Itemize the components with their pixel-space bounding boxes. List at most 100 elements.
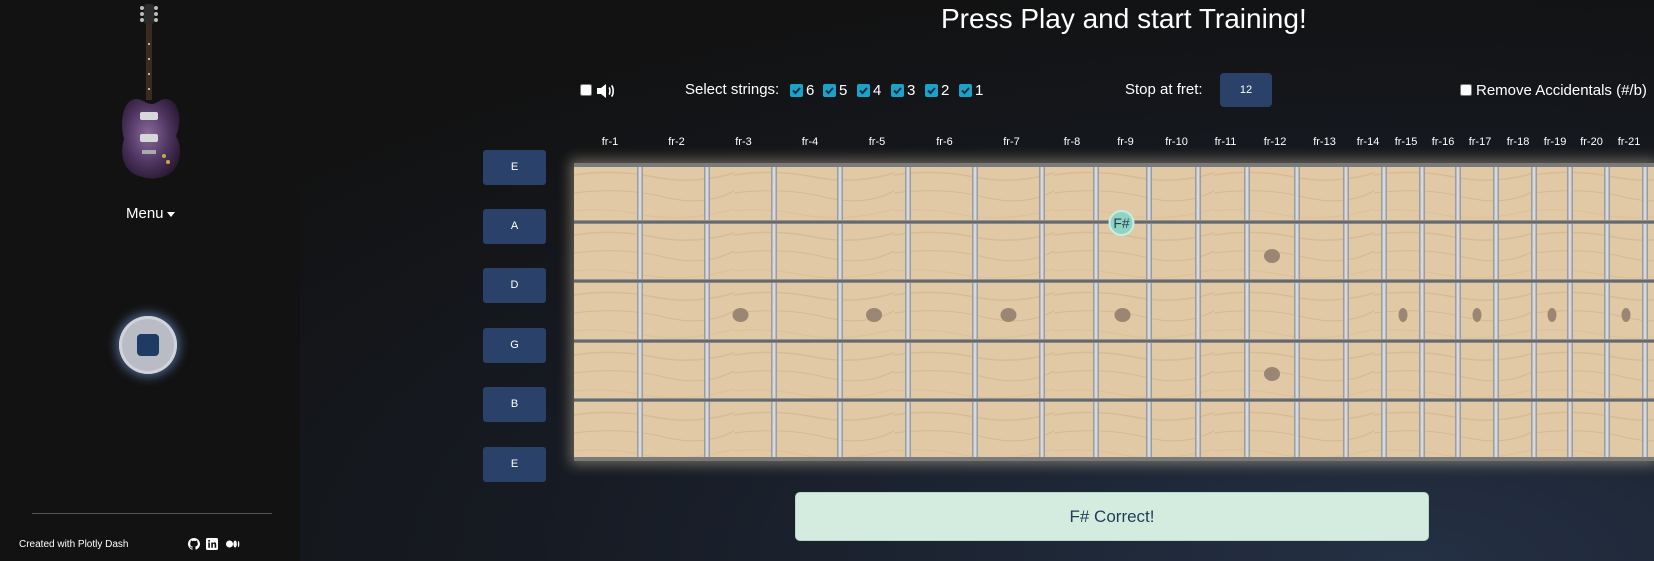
fret-label: fr-11: [1214, 136, 1237, 148]
fret-label: fr-10: [1165, 136, 1188, 148]
fret-inlay: [1114, 308, 1131, 322]
fret-inlay: [1000, 308, 1017, 322]
fret-inlay: [866, 308, 882, 322]
fret-wire: [1604, 163, 1610, 461]
fret-inlay: [1264, 367, 1280, 381]
fretboard-edge: [574, 457, 1654, 461]
fret-wire: [1294, 163, 1300, 461]
string-3-label: 3: [907, 82, 916, 99]
medium-icon[interactable]: [226, 538, 240, 550]
divider: [32, 513, 272, 514]
fret-wire: [1343, 163, 1349, 461]
fret-label: fr-15: [1394, 136, 1418, 148]
fret-label: fr-6: [936, 136, 953, 148]
fret-wire: [704, 163, 710, 461]
string-2-label: 2: [941, 82, 950, 99]
fretboard-graphic: F#: [574, 163, 1654, 461]
string-button[interactable]: E: [483, 447, 546, 482]
note-marker[interactable]: F#: [1108, 210, 1135, 236]
string-6-checkbox[interactable]: [790, 84, 803, 97]
string-button[interactable]: B: [483, 387, 546, 422]
fret-label: fr-21: [1617, 136, 1641, 148]
string-5-label: 5: [839, 82, 848, 99]
fret-inlay: [1398, 308, 1408, 322]
remove-accidentals-checkbox[interactable]: [1460, 84, 1472, 96]
fret-label: fr-16: [1431, 136, 1455, 148]
linkedin-icon[interactable]: [206, 538, 218, 550]
stop-button[interactable]: [119, 316, 177, 374]
check-icon: [961, 87, 970, 95]
stop-fret-input[interactable]: 12: [1220, 73, 1272, 107]
fret-inlay: [1547, 308, 1557, 322]
string-1-checkbox[interactable]: [959, 84, 972, 97]
fret-wire: [1493, 163, 1499, 461]
string-6-label: 6: [806, 82, 815, 99]
guitar-string: [574, 339, 1654, 343]
guitar-string: [574, 398, 1654, 402]
fret-label: fr-17: [1468, 136, 1492, 148]
fret-label: fr-1: [601, 136, 619, 148]
fret-label: fr-20: [1580, 136, 1603, 148]
fret-wire: [1244, 163, 1250, 461]
guitar-logo: [122, 4, 181, 179]
fret-wire: [1146, 163, 1152, 461]
check-icon: [825, 87, 834, 95]
menu-label: Menu: [126, 205, 164, 222]
speaker-icon: [597, 84, 614, 98]
fret-wire: [1419, 163, 1425, 461]
check-icon: [893, 87, 902, 95]
select-strings-label: Select strings:: [685, 81, 780, 98]
string-5-checkbox[interactable]: [823, 84, 836, 97]
menu-dropdown[interactable]: Menu: [126, 205, 175, 222]
string-2-checkbox[interactable]: [925, 84, 938, 97]
stop-at-fret-label: Stop at fret:: [1125, 81, 1203, 98]
fret-wire: [637, 163, 643, 461]
fret-wire: [1195, 163, 1201, 461]
check-icon: [859, 87, 868, 95]
fret-wire: [1567, 163, 1573, 461]
fret-wire: [1381, 163, 1387, 461]
fret-label: fr-9: [1117, 136, 1134, 148]
fret-wire: [1642, 163, 1648, 461]
fret-inlay: [732, 308, 749, 322]
fret-wire: [771, 163, 777, 461]
fret-inlay: [1472, 308, 1482, 322]
remove-accidentals-label: Remove Accidentals (#/b): [1476, 82, 1647, 99]
fret-label: fr-4: [801, 136, 819, 148]
string-button[interactable]: A: [483, 209, 546, 244]
sound-checkbox[interactable]: [580, 84, 592, 96]
fretboard-edge: [574, 163, 1654, 167]
fret-wire: [1039, 163, 1045, 461]
fret-wire: [1531, 163, 1537, 461]
fretboard[interactable]: F#: [574, 163, 1654, 461]
fret-label: fr-5: [868, 136, 886, 148]
check-icon: [792, 87, 801, 95]
stop-icon: [137, 334, 159, 356]
fret-wire: [972, 163, 978, 461]
fret-label: fr-19: [1543, 136, 1567, 148]
string-3-checkbox[interactable]: [891, 84, 904, 97]
fret-label: fr-14: [1356, 136, 1380, 148]
sidebar: Menu Created with Plotly Dash: [0, 0, 300, 561]
string-1-label: 1: [975, 82, 984, 99]
fret-wire: [905, 163, 911, 461]
caret-down-icon: [166, 211, 175, 217]
page-title: Press Play and start Training!: [941, 3, 1307, 34]
string-button[interactable]: E: [483, 150, 546, 185]
string-4-label: 4: [873, 82, 882, 99]
fret-wire: [837, 163, 843, 461]
string-button[interactable]: G: [483, 328, 546, 363]
note-marker-label: F#: [1113, 215, 1130, 231]
fret-wire: [1455, 163, 1461, 461]
fret-label: fr-13: [1313, 136, 1336, 148]
fret-label: fr-2: [668, 136, 685, 148]
string-button[interactable]: D: [483, 268, 546, 303]
string-4-checkbox[interactable]: [857, 84, 870, 97]
github-icon[interactable]: [188, 538, 200, 550]
fret-wire: [1093, 163, 1099, 461]
fret-label: fr-18: [1506, 136, 1530, 148]
fret-label: fr-12: [1263, 136, 1287, 148]
fret-label: fr-7: [1003, 136, 1020, 148]
fret-inlay: [1621, 308, 1631, 322]
feedback-message: F# Correct!: [795, 492, 1429, 541]
